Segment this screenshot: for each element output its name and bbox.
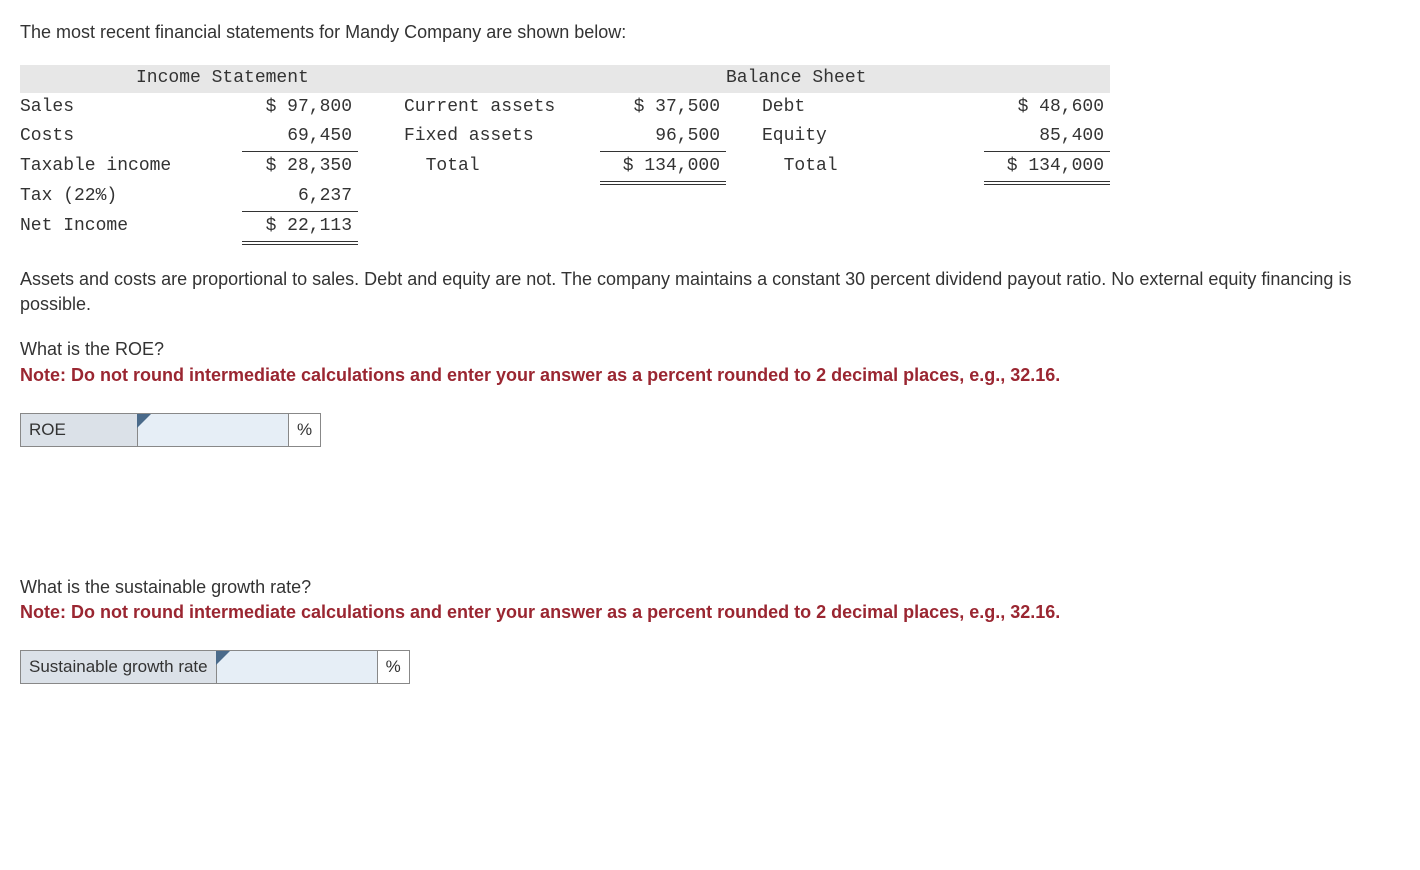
table-row: Taxable income $ 28,350 Total $ 134,000 … [20, 151, 1110, 181]
sgr-unit-cell: % [377, 650, 409, 683]
assumptions-paragraph: Assets and costs are proportional to sal… [20, 267, 1400, 317]
question-2: What is the sustainable growth rate? [20, 575, 1400, 600]
roe-answer-grid: ROE % [20, 413, 321, 447]
roe-label-cell: ROE [21, 413, 138, 446]
taxable-income-label: Taxable income [20, 151, 242, 181]
table-row: Costs 69,450 Fixed assets 96,500 Equity … [20, 122, 1110, 152]
fixed-assets-value: 96,500 [600, 122, 726, 152]
tax-label: Tax (22%) [20, 182, 242, 212]
balance-sheet-header: Balance Sheet [726, 65, 918, 92]
intro-text: The most recent financial statements for… [20, 20, 1400, 45]
roe-unit-cell: % [289, 413, 321, 446]
tax-value: 6,237 [242, 182, 358, 212]
sales-label: Sales [20, 93, 242, 122]
total-liab-equity-value: $ 134,000 [984, 151, 1110, 181]
table-header-row: Income Statement Balance Sheet [20, 65, 1110, 92]
sgr-label-cell: Sustainable growth rate [21, 650, 217, 683]
table-row: Tax (22%) 6,237 [20, 182, 1110, 212]
sgr-answer-grid: Sustainable growth rate % [20, 650, 410, 684]
total-assets-label: Total [404, 151, 600, 181]
total-liab-equity-label: Total [762, 151, 918, 181]
net-income-label: Net Income [20, 211, 242, 241]
current-assets-value: $ 37,500 [600, 93, 726, 122]
net-income-value: $ 22,113 [242, 211, 358, 241]
costs-value: 69,450 [242, 122, 358, 152]
taxable-income-value: $ 28,350 [242, 151, 358, 181]
income-statement-header: Income Statement [136, 65, 358, 92]
equity-value: 85,400 [984, 122, 1110, 152]
input-marker-icon [137, 414, 151, 428]
input-marker-icon [216, 651, 230, 665]
note-1: Note: Do not round intermediate calculat… [20, 363, 1400, 388]
sgr-input-cell[interactable] [216, 650, 377, 683]
sgr-input[interactable] [217, 652, 377, 682]
current-assets-label: Current assets [404, 93, 600, 122]
table-row: Net Income $ 22,113 [20, 211, 1110, 241]
fixed-assets-label: Fixed assets [404, 122, 600, 152]
note-2: Note: Do not round intermediate calculat… [20, 600, 1400, 625]
costs-label: Costs [20, 122, 242, 152]
equity-label: Equity [762, 122, 918, 152]
total-assets-value: $ 134,000 [600, 151, 726, 181]
financial-statements-table: Income Statement Balance Sheet Sales $ 9… [20, 65, 1110, 242]
roe-input-cell[interactable] [138, 413, 289, 446]
question-1: What is the ROE? [20, 337, 1400, 362]
debt-label: Debt [762, 93, 918, 122]
sales-value: $ 97,800 [242, 93, 358, 122]
debt-value: $ 48,600 [984, 93, 1110, 122]
table-row: Sales $ 97,800 Current assets $ 37,500 D… [20, 93, 1110, 122]
roe-input[interactable] [138, 415, 288, 445]
